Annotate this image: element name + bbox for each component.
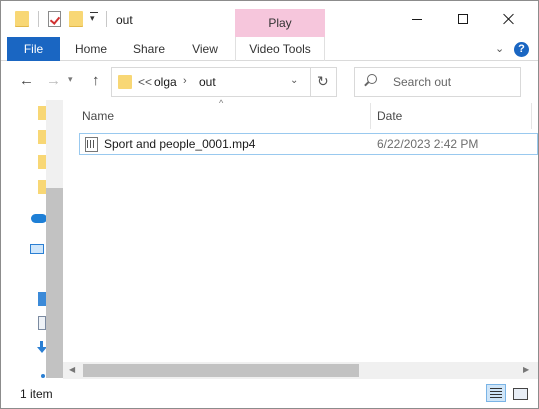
divider [106,11,107,27]
video-file-icon [85,137,98,152]
address-bar[interactable]: << olga › out ⌄ ↻ [111,67,337,97]
minimize-button[interactable] [394,1,440,37]
status-bar: 1 item [1,379,538,408]
scroll-right-icon[interactable]: ▶ [523,365,529,374]
file-name: Sport and people_0001.mp4 [104,137,256,151]
breadcrumb-out[interactable]: out [199,75,216,89]
large-icons-view-icon[interactable] [510,384,530,402]
minimize-icon [412,18,422,20]
this-pc-icon[interactable] [30,244,44,254]
tab-share[interactable]: Share [127,37,171,61]
address-dropdown-icon[interactable]: ⌄ [290,75,298,86]
explorer-window: ▾ out Play File Home Share View Video To… [0,0,539,409]
navigation-pane [1,100,63,378]
title-bar: ▾ out Play [1,1,538,37]
item-count: 1 item [20,387,53,401]
up-icon[interactable]: ↑ [92,72,100,89]
divider [310,68,311,96]
forward-icon[interactable]: → [46,72,61,89]
column-divider[interactable] [531,103,532,129]
new-folder-icon[interactable] [69,11,83,27]
divider [38,11,39,27]
folder-icon[interactable] [38,106,46,120]
context-tab-group-play: Play [235,9,325,37]
expand-ribbon-icon[interactable]: ⌄ [495,42,504,55]
search-input[interactable]: Search out [393,75,451,89]
downloads-icon[interactable] [37,341,47,353]
file-date: 6/22/2023 2:42 PM [377,137,479,151]
details-view-icon[interactable] [486,384,506,402]
properties-icon[interactable] [48,11,61,27]
navigation-bar: ← → ▾ ↑ << olga › out ⌄ ↻ Search out [1,62,538,100]
file-row[interactable]: Sport and people_0001.mp4 6/22/2023 2:42… [79,133,538,155]
tab-home[interactable]: Home [69,37,113,61]
maximize-button[interactable] [440,1,486,37]
breadcrumb-separator[interactable]: › [183,75,187,87]
music-icon[interactable] [41,374,45,378]
help-icon[interactable]: ? [514,42,529,57]
search-icon [367,74,377,84]
folder-icon [15,11,29,27]
breadcrumb-olga[interactable]: olga [154,75,177,89]
scroll-left-icon[interactable]: ◀ [69,365,75,374]
desktop-icon[interactable] [38,292,46,306]
column-divider[interactable] [370,103,371,129]
onedrive-icon[interactable] [31,214,47,223]
nav-scrollbar-thumb[interactable] [46,188,63,378]
search-box[interactable]: Search out [354,67,521,97]
column-header-date[interactable]: Date [377,109,402,123]
tab-video-tools[interactable]: Video Tools [235,37,325,61]
file-list: ^ Name Date Sport and people_0001.mp4 6/… [73,98,538,365]
window-title: out [116,13,133,27]
customize-qat-icon[interactable]: ▾ [90,13,95,24]
refresh-icon[interactable]: ↻ [317,73,329,90]
tab-view[interactable]: View [185,37,225,61]
column-header-name[interactable]: Name [82,109,114,123]
ribbon-tabs: File Home Share View Video Tools ⌄ ? [1,37,538,61]
folder-icon [118,75,132,89]
folder-icon[interactable] [38,130,46,144]
documents-icon[interactable] [38,316,46,330]
recent-locations-icon[interactable]: ▾ [68,74,73,85]
address-overflow[interactable]: << [138,75,152,89]
tab-file[interactable]: File [7,37,60,61]
close-button[interactable] [486,1,532,37]
horizontal-scrollbar-thumb[interactable] [83,364,359,377]
folder-icon[interactable] [38,180,46,194]
maximize-icon [458,14,468,24]
back-icon[interactable]: ← [19,72,34,89]
folder-icon[interactable] [38,155,46,169]
sort-indicator-icon: ^ [219,98,224,108]
close-icon [503,13,515,25]
horizontal-scrollbar[interactable]: ◀ ▶ [63,362,538,379]
